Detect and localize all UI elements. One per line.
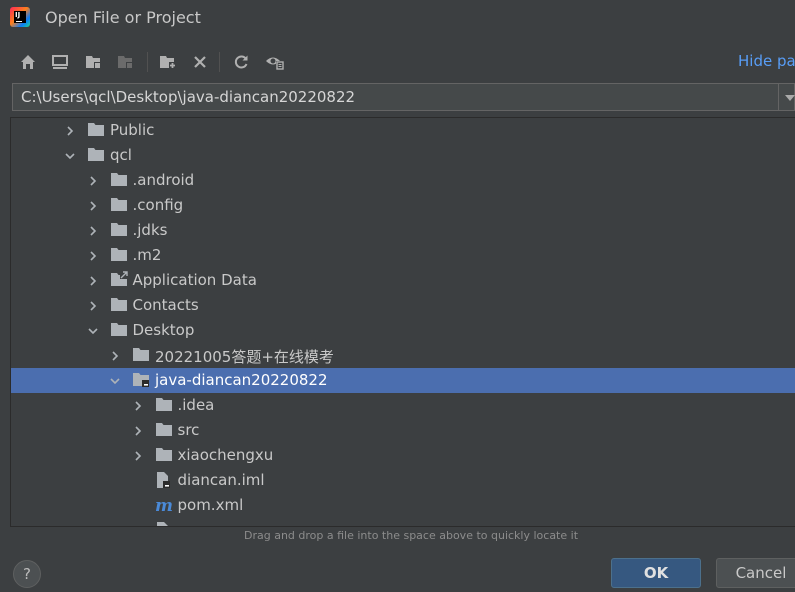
- path-input[interactable]: C:\Users\qcl\Desktop\java-diancan2022082…: [12, 83, 779, 111]
- tree-row[interactable]: .jdks: [11, 218, 795, 243]
- tree-row[interactable]: .idea: [11, 393, 795, 418]
- tree-row[interactable]: Application Data: [11, 268, 795, 293]
- tree-row-label: pom.xml: [177, 496, 244, 514]
- folder-icon: [110, 246, 128, 264]
- chevron-right-icon[interactable]: [86, 248, 100, 262]
- chevron-right-icon[interactable]: [131, 448, 145, 462]
- chevron-right-icon[interactable]: [108, 348, 122, 362]
- new-folder-icon[interactable]: [156, 50, 180, 74]
- chevron-right-icon[interactable]: [131, 398, 145, 412]
- folder-icon: [110, 296, 128, 314]
- show-hidden-icon[interactable]: [263, 50, 287, 74]
- tree-row[interactable]: java-diancan20220822: [11, 368, 795, 393]
- project-folder-icon[interactable]: [82, 50, 106, 74]
- tree-row[interactable]: [11, 518, 795, 526]
- chevron-right-icon[interactable]: [86, 298, 100, 312]
- path-history-dropdown-icon[interactable]: [779, 83, 795, 111]
- delete-icon[interactable]: [188, 50, 212, 74]
- ok-button[interactable]: OK: [611, 558, 701, 588]
- folder-icon: [87, 146, 105, 164]
- tree-row[interactable]: xiaochengxu: [11, 443, 795, 468]
- folder-icon: [110, 221, 128, 239]
- chevron-right-icon[interactable]: [131, 423, 145, 437]
- tree-row-label: Desktop: [132, 321, 195, 339]
- folder-icon: [155, 396, 173, 414]
- chevron-right-icon[interactable]: [86, 198, 100, 212]
- tree-row-label: java-diancan20220822: [155, 371, 328, 389]
- tree-row[interactable]: diancan.iml: [11, 468, 795, 493]
- file-tree[interactable]: Public qcl .android .config .jdks .m2 Applicat…: [10, 117, 795, 527]
- chevron-right-icon[interactable]: [63, 123, 77, 137]
- tree-row-label: .m2: [132, 246, 162, 264]
- tree-row[interactable]: 20221005答题+在线模考: [11, 343, 795, 368]
- chevron-down-icon[interactable]: [86, 323, 100, 337]
- chevron-down-icon[interactable]: [63, 148, 77, 162]
- tree-row-label: Contacts: [132, 296, 199, 314]
- drag-drop-hint: Drag and drop a file into the space abov…: [243, 529, 579, 542]
- folder-icon: [155, 446, 173, 464]
- tree-row[interactable]: Public: [11, 118, 795, 143]
- folder-icon: [110, 171, 128, 189]
- tree-row[interactable]: .android: [11, 168, 795, 193]
- help-button[interactable]: ?: [13, 560, 41, 588]
- home-icon[interactable]: [16, 50, 40, 74]
- tree-row[interactable]: Desktop: [11, 318, 795, 343]
- tree-row-label: xiaochengxu: [177, 446, 274, 464]
- tree-row[interactable]: .m2: [11, 243, 795, 268]
- tree-row-label: 20221005答题+在线模考: [155, 348, 334, 366]
- folder-icon: [132, 346, 150, 364]
- folder-icon: [155, 421, 173, 439]
- refresh-icon[interactable]: [229, 50, 253, 74]
- project-folder-icon: [132, 371, 150, 389]
- chevron-right-icon[interactable]: [86, 273, 100, 287]
- desktop-icon[interactable]: [48, 50, 72, 74]
- tree-row-label: .jdks: [132, 221, 168, 239]
- tree-row[interactable]: m pom.xml: [11, 493, 795, 518]
- cancel-button[interactable]: Cancel: [716, 558, 795, 588]
- tree-row[interactable]: src: [11, 418, 795, 443]
- tree-row[interactable]: Contacts: [11, 293, 795, 318]
- maven-icon: m: [155, 496, 173, 516]
- tree-row[interactable]: qcl: [11, 143, 795, 168]
- iml-file-icon: [155, 471, 173, 489]
- file-icon: [155, 521, 173, 526]
- tree-row-label: .android: [132, 171, 195, 189]
- chevron-right-icon[interactable]: [86, 173, 100, 187]
- tree-row-label: .config: [132, 196, 184, 214]
- tree-row-label: diancan.iml: [177, 471, 265, 489]
- module-folder-icon[interactable]: [114, 50, 138, 74]
- tree-row[interactable]: .config: [11, 193, 795, 218]
- tree-row-label: Application Data: [132, 271, 257, 289]
- hide-path-link[interactable]: Hide pa: [738, 52, 795, 70]
- folder-link-icon: [110, 271, 128, 289]
- tree-row-label: Public: [110, 121, 155, 139]
- window-title: Open File or Project: [45, 8, 201, 27]
- tree-row-label: src: [177, 421, 200, 439]
- title-bar: IJ Open File or Project: [0, 0, 795, 36]
- chevron-down-icon[interactable]: [108, 373, 122, 387]
- chevron-right-icon[interactable]: [86, 223, 100, 237]
- svg-text:m: m: [155, 496, 173, 514]
- intellij-logo-icon: IJ: [10, 7, 30, 27]
- folder-icon: [87, 121, 105, 139]
- toolbar-separator: [219, 52, 220, 72]
- toolbar: [16, 50, 316, 74]
- tree-row-label: qcl: [110, 146, 132, 164]
- folder-icon: [110, 321, 128, 339]
- folder-icon: [110, 196, 128, 214]
- toolbar-separator: [147, 52, 148, 72]
- tree-row-label: .idea: [177, 396, 215, 414]
